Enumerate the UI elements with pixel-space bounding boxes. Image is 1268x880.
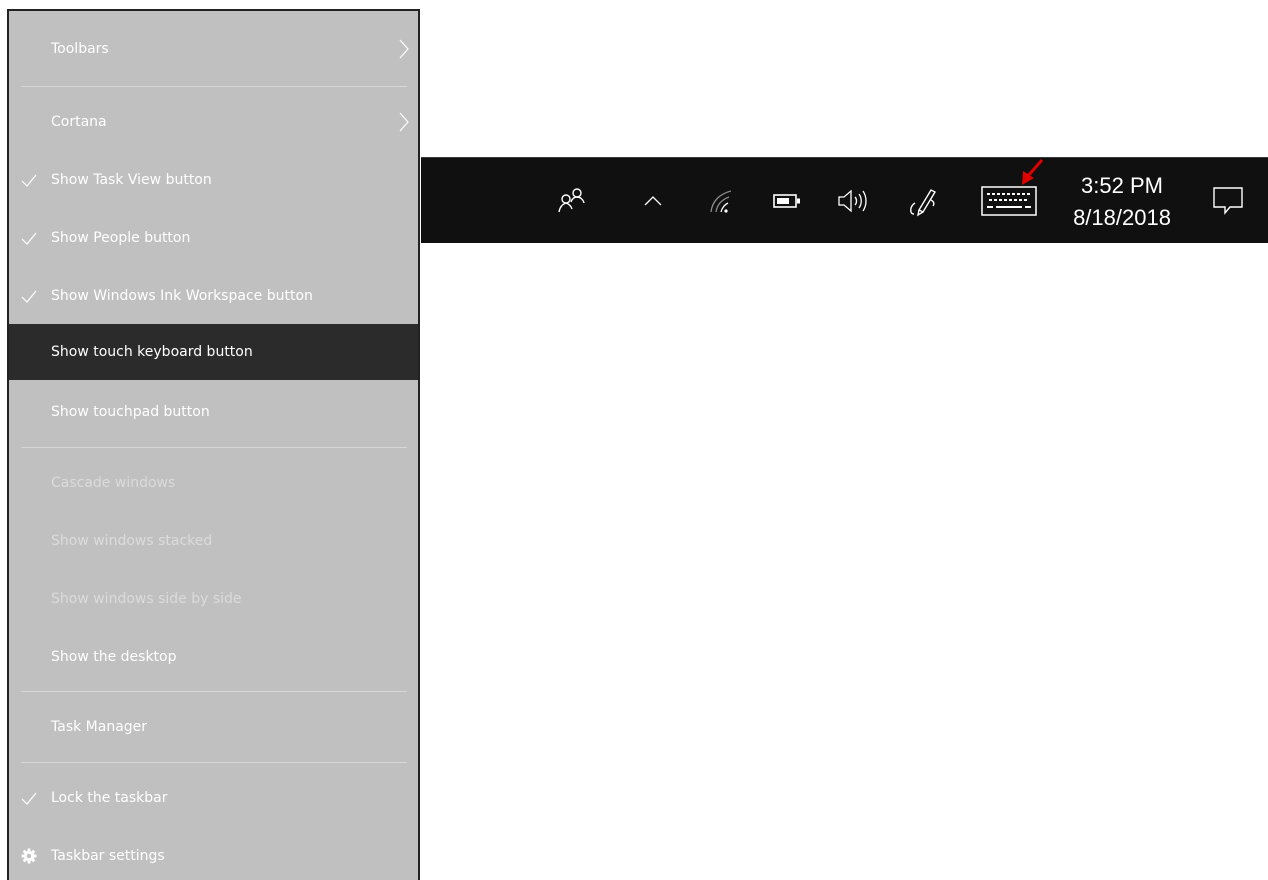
clock-time: 3:52 PM <box>1081 173 1163 198</box>
menu-item-show-touchpad-button[interactable]: Show touchpad button <box>9 384 418 440</box>
menu-separator <box>21 691 407 692</box>
menu-item-label: Show windows stacked <box>51 533 213 549</box>
volume-button[interactable] <box>831 158 875 244</box>
menu-item-show-touch-keyboard-button[interactable]: Show touch keyboard button <box>9 324 418 380</box>
menu-item-show-task-view-button[interactable]: Show Task View button <box>9 152 418 208</box>
menu-item-label: Show the desktop <box>51 649 177 665</box>
menu-separator <box>21 762 407 763</box>
checkmark-icon <box>21 174 37 187</box>
annotation-arrow <box>1022 159 1044 185</box>
windows-ink-workspace-button[interactable] <box>901 158 945 244</box>
menu-item-label: Show Task View button <box>51 172 212 188</box>
menu-item-show-the-desktop[interactable]: Show the desktop <box>9 629 418 685</box>
clock[interactable]: 3:52 PM 8/18/2018 <box>1057 170 1187 234</box>
menu-item-label: Show touchpad button <box>51 404 210 420</box>
menu-item-taskbar-settings[interactable]: Taskbar settings <box>9 828 418 880</box>
menu-item-label: Cascade windows <box>51 475 176 491</box>
action-center-icon <box>1213 187 1243 215</box>
battery-button[interactable] <box>767 158 807 244</box>
ink-workspace-icon <box>910 189 936 217</box>
menu-item-cascade-windows: Cascade windows <box>9 455 418 511</box>
chevron-right-icon <box>399 112 409 132</box>
menu-item-label: Show Windows Ink Workspace button <box>51 288 313 304</box>
menu-item-task-manager[interactable]: Task Manager <box>9 699 418 755</box>
battery-icon <box>773 194 800 208</box>
menu-item-label: Show People button <box>51 230 191 246</box>
taskbar-context-menu: Toolbars Cortana Show Task View button S… <box>7 9 420 880</box>
people-button[interactable] <box>549 158 595 244</box>
menu-item-label: Task Manager <box>51 719 148 735</box>
menu-item-label: Show windows side by side <box>51 591 242 607</box>
taskbar: 3:52 PM 8/18/2018 <box>421 157 1268 243</box>
touch-keyboard-icon <box>981 186 1037 216</box>
wifi-icon <box>710 190 732 213</box>
menu-item-show-windows-ink-workspace-button[interactable]: Show Windows Ink Workspace button <box>9 268 418 324</box>
menu-item-label: Cortana <box>51 114 107 130</box>
menu-item-show-windows-stacked: Show windows stacked <box>9 513 418 569</box>
checkmark-icon <box>21 792 37 805</box>
menu-item-cortana[interactable]: Cortana <box>9 94 418 150</box>
menu-item-show-people-button[interactable]: Show People button <box>9 210 418 266</box>
checkmark-icon <box>21 290 37 303</box>
people-icon <box>558 188 585 213</box>
menu-item-show-windows-side-by-side: Show windows side by side <box>9 571 418 627</box>
action-center-button[interactable] <box>1203 158 1253 244</box>
volume-icon <box>838 189 867 213</box>
menu-separator <box>21 86 407 87</box>
checkmark-icon <box>21 232 37 245</box>
menu-separator <box>21 447 407 448</box>
show-hidden-icons-button[interactable] <box>633 158 673 244</box>
menu-item-label: Toolbars <box>51 41 109 57</box>
menu-item-label: Taskbar settings <box>51 848 165 864</box>
menu-item-lock-the-taskbar[interactable]: Lock the taskbar <box>9 770 418 826</box>
network-button[interactable] <box>703 158 743 244</box>
gear-icon <box>21 848 37 864</box>
menu-item-label: Lock the taskbar <box>51 790 168 806</box>
clock-date: 8/18/2018 <box>1073 205 1171 230</box>
chevron-up-icon <box>644 196 662 206</box>
menu-item-label: Show touch keyboard button <box>51 344 253 360</box>
menu-item-toolbars[interactable]: Toolbars <box>9 21 418 77</box>
chevron-right-icon <box>399 39 409 59</box>
